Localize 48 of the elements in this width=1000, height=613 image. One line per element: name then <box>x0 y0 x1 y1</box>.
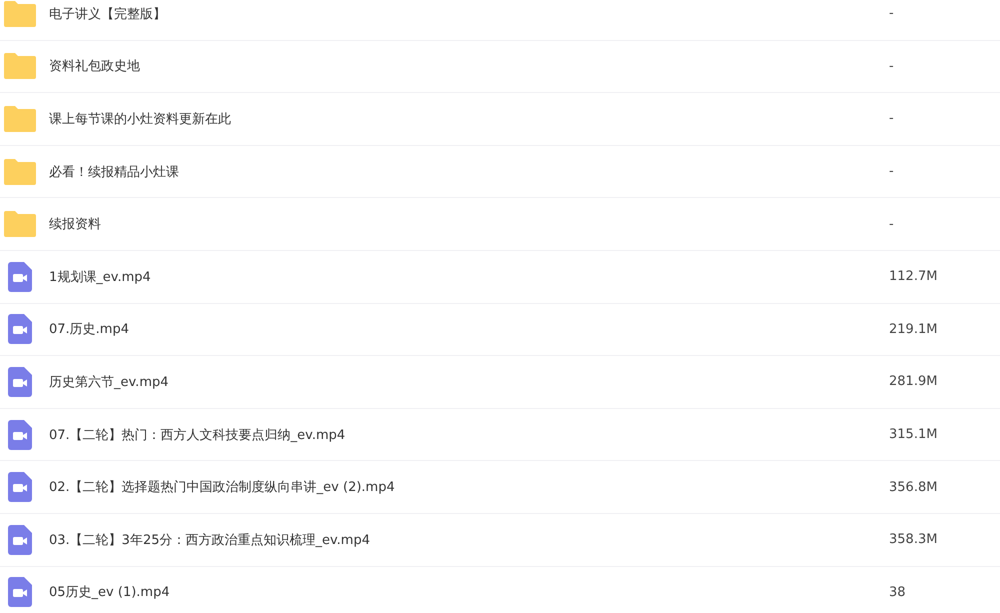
file-name: 02.【二轮】选择题热门中国政治制度纵向串讲_ev (2).mp4 <box>49 479 395 496</box>
folder-icon <box>4 158 36 185</box>
file-size: 112.7M <box>889 269 938 284</box>
video-file-icon <box>8 314 32 344</box>
file-name: 电子讲义【完整版】 <box>49 6 166 23</box>
file-name: 必看！续报精品小灶课 <box>49 164 179 181</box>
file-size: 315.1M <box>889 427 938 442</box>
file-row[interactable]: 课上每节课的小灶资料更新在此 - <box>0 93 1000 146</box>
file-size: - <box>889 111 894 126</box>
file-name: 07.【二轮】热门：西方人文科技要点归纳_ev.mp4 <box>49 426 346 444</box>
file-name: 资料礼包政史地 <box>49 58 140 76</box>
video-file-icon <box>8 262 32 292</box>
folder-icon <box>4 211 36 238</box>
folder-icon <box>4 53 36 80</box>
file-size: 358.3M <box>889 532 938 548</box>
file-row[interactable]: 07.历史.mp4 219.1M <box>0 304 1000 356</box>
video-file-icon <box>8 420 32 450</box>
file-row[interactable]: 必看！续报精品小灶课 - <box>0 146 1000 198</box>
file-row[interactable]: 资料礼包政史地 - <box>0 40 1000 94</box>
file-row[interactable]: 续报资料 - <box>0 198 1000 251</box>
file-name: 续报资料 <box>49 216 101 234</box>
file-size: - <box>889 216 894 232</box>
file-row[interactable]: 03.【二轮】3年25分：西方政治重点知识梳理_ev.mp4 358.3M <box>0 514 1000 567</box>
file-size: 281.9M <box>889 374 938 390</box>
file-row[interactable]: 电子讲义【完整版】 - <box>0 0 1000 41</box>
file-size: - <box>889 6 894 22</box>
file-row[interactable]: 1规划课_ev.mp4 112.7M <box>0 250 1000 304</box>
file-name: 05历史_ev (1).mp4 <box>49 584 170 602</box>
video-file-icon <box>8 472 32 502</box>
file-row[interactable]: 07.【二轮】热门：西方人文科技要点归纳_ev.mp4 315.1M <box>0 408 1000 462</box>
file-size: - <box>889 164 894 180</box>
video-file-icon <box>8 577 32 608</box>
file-size: - <box>889 58 894 74</box>
file-name: 03.【二轮】3年25分：西方政治重点知识梳理_ev.mp4 <box>49 532 370 549</box>
folder-icon <box>4 106 36 132</box>
file-size: 38 <box>889 584 906 600</box>
video-file-icon <box>8 524 32 555</box>
file-row[interactable]: 05历史_ev (1).mp4 38 <box>0 566 1000 613</box>
file-name: 1规划课_ev.mp4 <box>49 268 151 286</box>
file-size: 219.1M <box>889 322 938 337</box>
video-file-icon <box>8 366 32 397</box>
file-name: 课上每节课的小灶资料更新在此 <box>49 110 231 128</box>
folder-icon <box>4 0 36 27</box>
file-row[interactable]: 02.【二轮】选择题热门中国政治制度纵向串讲_ev (2).mp4 356.8M <box>0 461 1000 514</box>
file-size: 356.8M <box>889 480 938 495</box>
file-row[interactable]: 历史第六节_ev.mp4 281.9M <box>0 356 1000 409</box>
file-name: 历史第六节_ev.mp4 <box>49 374 169 391</box>
file-name: 07.历史.mp4 <box>49 321 129 338</box>
